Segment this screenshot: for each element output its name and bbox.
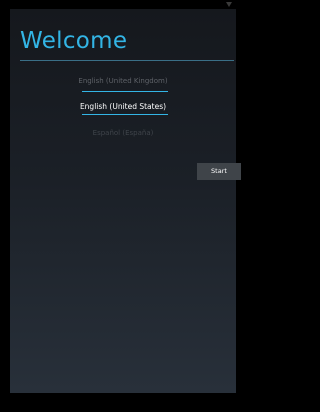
- language-option-es-es[interactable]: Español (España): [10, 121, 236, 145]
- title-divider: [20, 60, 234, 61]
- picker-selection-bottom-line: [82, 114, 168, 115]
- device-frame: Welcome English (United Kingdom) English…: [0, 0, 242, 412]
- signal-icon: [226, 2, 232, 7]
- navigation-bar: [10, 393, 236, 412]
- start-button[interactable]: Start: [197, 163, 241, 180]
- picker-selection-top-line: [82, 91, 168, 92]
- language-option-en-gb[interactable]: English (United Kingdom): [10, 69, 236, 93]
- status-bar: [10, 0, 236, 9]
- setup-wizard-screen: Welcome English (United Kingdom) English…: [10, 9, 241, 393]
- page-title: Welcome: [20, 28, 128, 54]
- language-option-en-us[interactable]: English (United States): [10, 95, 236, 119]
